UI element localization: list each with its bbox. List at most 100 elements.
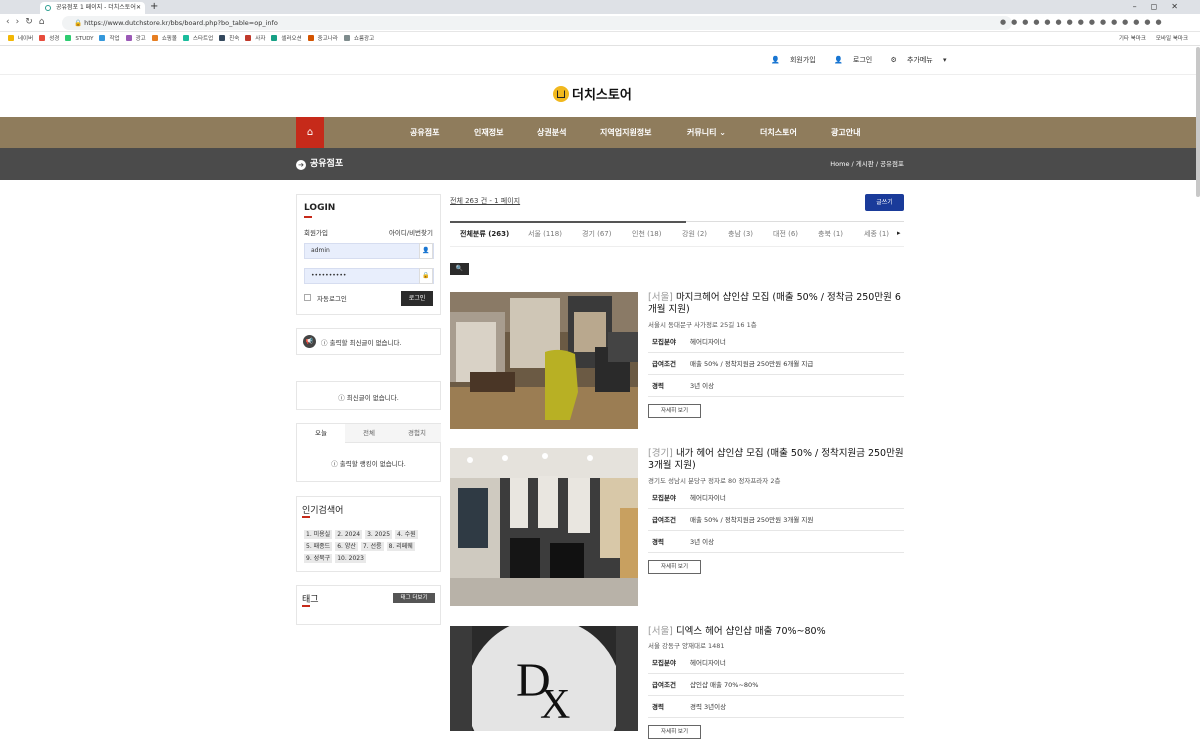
bookmark-item[interactable]: 쇼핑몰	[151, 32, 177, 45]
info-key: 경력	[652, 538, 664, 546]
detail-button[interactable]: 자세히 보기	[648, 725, 701, 739]
post-title[interactable]: [서울] 마지크헤어 샵인샵 모집 (매출 50% / 정착금 250만원 6개…	[648, 292, 906, 316]
breadcrumb-home[interactable]: Home	[830, 160, 849, 168]
category-tab[interactable]: 충남 (3)	[728, 229, 753, 239]
notice-box: 📢 ⓘ 출력할 최신글이 없습니다.	[296, 328, 441, 355]
bookmark-item[interactable]: 셀러오션	[271, 32, 302, 45]
join-link[interactable]: 회원가입	[304, 227, 328, 237]
nav-item-market[interactable]: 상권분석	[537, 117, 566, 148]
bookmark-item[interactable]: 성경	[39, 32, 59, 45]
search-icon[interactable]: 🔍	[450, 263, 469, 275]
category-tab[interactable]: 서울 (118)	[528, 229, 562, 239]
login-link[interactable]: 👤 로그인	[834, 56, 880, 64]
post-address: 서울시 동대문구 사가정로 25길 16 1층	[648, 321, 757, 329]
bookmark-item[interactable]: 광고	[125, 32, 146, 45]
keyword-chip[interactable]: 6. 양산	[335, 542, 358, 551]
page-scrollbar[interactable]	[1196, 47, 1200, 197]
info-key: 급여조건	[652, 516, 676, 524]
info-icon: ⓘ	[321, 339, 328, 347]
bookmark-folder[interactable]: 모바일 북마크	[1156, 36, 1188, 42]
folder-icon	[99, 35, 106, 41]
keyword-chip[interactable]: 4. 수원	[395, 530, 418, 539]
auto-login-checkbox[interactable]	[304, 294, 311, 301]
board-total[interactable]: 전체 263 건 - 1 페이지	[450, 196, 520, 206]
category-tab[interactable]: 대전 (6)	[773, 229, 798, 239]
bookmark-item[interactable]: 스타트업	[182, 32, 213, 45]
info-value: 매출 50% / 정착지원금 250만원 3개월 지원	[690, 516, 814, 524]
join-link[interactable]: 👤 회원가입	[771, 56, 824, 64]
folder-icon	[182, 35, 189, 41]
extension-icons[interactable]: ●●●●●●●●●●●●●●●	[1000, 18, 1167, 26]
window-controls[interactable]: –◻✕	[1133, 0, 1192, 14]
post-address: 경기도 성남시 분당구 정자로 80 정자프라자 2층	[648, 477, 781, 485]
post-title[interactable]: [서울] 디엑스 헤어 샵인샵 매출 70%~80%	[648, 626, 906, 638]
bookmark-item[interactable]: STUDY	[65, 32, 93, 45]
post-info-row: 급여조건 매출 50% / 정착지원금 250만원 6개월 지급	[648, 353, 904, 375]
category-tab[interactable]: 강원 (2)	[682, 229, 707, 239]
site-favicon-icon	[45, 5, 51, 11]
tab-today[interactable]: 오늘	[297, 424, 345, 443]
id-field[interactable]: admin 👤	[304, 243, 434, 259]
post-thumbnail[interactable]	[450, 448, 638, 606]
bookmark-item[interactable]: 쇼룸광고	[343, 32, 374, 45]
keyword-chip[interactable]: 3. 2025	[365, 530, 393, 539]
url-field[interactable]: 🔒 https://www.dutchstore.kr/bbs/board.ph…	[62, 16, 1012, 30]
write-button[interactable]: 글쓰기	[865, 194, 904, 211]
tag-box: 태그 태그 더보기	[296, 585, 441, 625]
bookmark-item[interactable]: 친숙	[219, 32, 239, 45]
bookmark-item[interactable]: 사자	[245, 32, 265, 45]
category-tab[interactable]: 인천 (18)	[632, 229, 661, 239]
post-region: [서울]	[648, 292, 673, 303]
category-tab[interactable]: 경기 (67)	[582, 229, 611, 239]
tab-exp[interactable]: 경험치	[393, 424, 441, 443]
category-tab[interactable]: 충북 (1)	[818, 229, 843, 239]
title-underline	[304, 216, 312, 218]
more-menu-link[interactable]: ⚙ 추가메뉴 ▾	[890, 56, 946, 64]
tab-close-icon[interactable]: ✕	[136, 2, 141, 14]
keyword-chip[interactable]: 9. 성북구	[304, 554, 333, 563]
home-icon[interactable]: ⌂	[296, 117, 324, 148]
category-tab[interactable]: 전체분류 (263)	[460, 229, 509, 239]
tab-all[interactable]: 전체	[345, 424, 393, 443]
tag-more-button[interactable]: 태그 더보기	[393, 593, 435, 603]
keyword-chip[interactable]: 5. 패종드	[304, 542, 333, 551]
info-value: 헤어디자이너	[690, 659, 726, 667]
category-tab[interactable]: 세종 (1)	[864, 229, 889, 239]
post-region: [경기]	[648, 448, 673, 459]
bookmark-item[interactable]: 작업	[99, 32, 120, 45]
ranking-box: 오늘 전체 경험치 ⓘ 출력할 랭킹이 없습니다.	[296, 423, 441, 482]
nav-item-talent[interactable]: 인재정보	[474, 117, 503, 148]
new-tab-button[interactable]: +	[150, 0, 158, 14]
breadcrumb-board[interactable]: 게시판	[856, 160, 874, 168]
browser-nav-buttons[interactable]: ‹›↻⌂	[6, 17, 50, 27]
detail-button[interactable]: 자세히 보기	[648, 560, 701, 574]
browser-tab[interactable]: 공유점포 1 페이지 - 더치스토어 ✕	[40, 2, 145, 14]
nav-item-dutchstore[interactable]: 더치스토어	[760, 117, 797, 148]
nav-item-support[interactable]: 지역업지원정보	[600, 117, 652, 148]
login-title: LOGIN	[304, 203, 336, 213]
bookmark-item[interactable]: 중고나라	[307, 32, 338, 45]
keyword-chip[interactable]: 2. 2024	[335, 530, 363, 539]
post-title[interactable]: [경기] 내가 헤어 샵인샵 모집 (매출 50% / 정착지원금 250만원 …	[648, 448, 906, 472]
recent-text: ⓘ 최신글이 없습니다.	[338, 394, 399, 402]
detail-button[interactable]: 자세히 보기	[648, 404, 701, 418]
user-icon: 👤	[419, 243, 433, 259]
password-field[interactable]: •••••••••• 🔒	[304, 268, 434, 284]
post-thumbnail[interactable]	[450, 292, 638, 429]
keyword-chip[interactable]: 1. 미용실	[304, 530, 333, 539]
nav-item-community[interactable]: 커뮤니티 ⌄	[687, 117, 726, 148]
site-logo[interactable]: 더치스토어	[553, 86, 632, 104]
nav-item-shared-store[interactable]: 공유점포	[410, 117, 439, 148]
find-account-link[interactable]: 아이디/비번찾기	[389, 227, 433, 237]
login-button[interactable]: 로그인	[401, 291, 433, 306]
bookmark-folder[interactable]: 기타 북마크	[1119, 36, 1146, 42]
folder-icon	[151, 35, 158, 41]
bookmark-item[interactable]: 네이버	[8, 32, 33, 45]
post-thumbnail[interactable]: D X	[450, 626, 638, 731]
nav-item-ads[interactable]: 광고안내	[831, 117, 860, 148]
keyword-chip[interactable]: 8. 리페웨	[386, 542, 415, 551]
keyword-chip[interactable]: 7. 선릉	[360, 542, 384, 551]
chevron-right-icon[interactable]: ▸	[897, 229, 901, 237]
keyword-chip[interactable]: 10. 2023	[335, 554, 366, 563]
breadcrumb: Home / 게시판 / 공유점포	[830, 160, 904, 168]
